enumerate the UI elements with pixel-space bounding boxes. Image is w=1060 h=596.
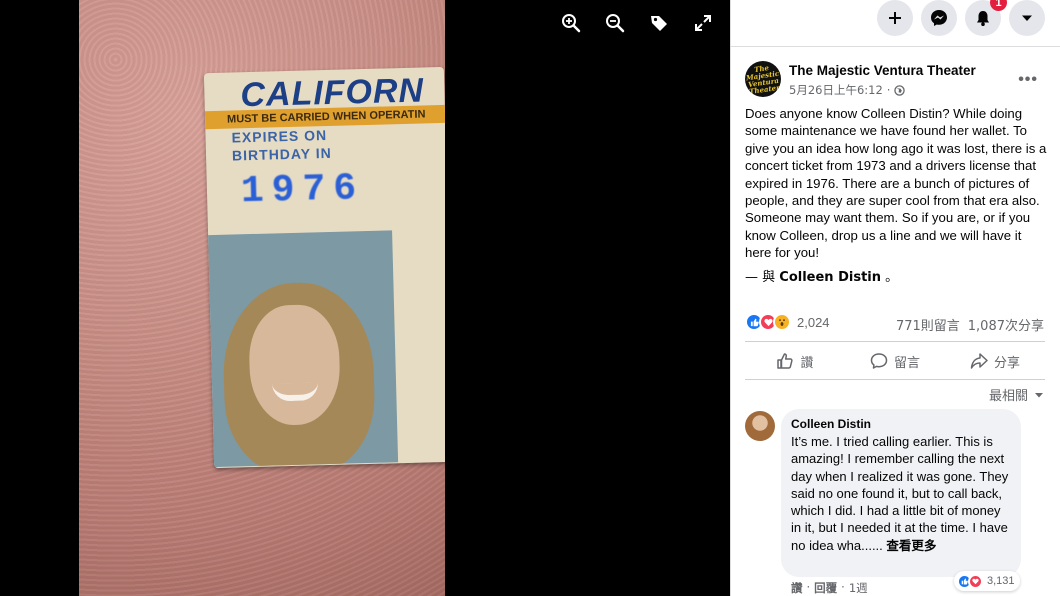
notifications-button[interactable]: 1 — [965, 0, 1007, 36]
tagged-line: — 與 Colleen Distin 。 — [745, 270, 899, 285]
drivers-license-image: CALIFORN MUST BE CARRIED WHEN OPERATIN E… — [203, 66, 445, 469]
comment-age[interactable]: 1週 — [849, 580, 868, 596]
photo-viewer: CALIFORN MUST BE CARRIED WHEN OPERATIN E… — [0, 0, 730, 596]
meta-separator: · — [886, 83, 891, 97]
shares-count[interactable]: 1,087次分享 — [968, 315, 1044, 334]
plus-icon — [889, 12, 901, 24]
love-reaction-icon — [968, 573, 983, 589]
license-year: 1976 — [240, 167, 365, 214]
comment-reply-link[interactable]: 回覆 — [814, 580, 837, 596]
share-icon — [970, 353, 988, 369]
see-more-link[interactable]: 查看更多 — [886, 538, 936, 553]
comment-like-link[interactable]: 讚 — [791, 580, 803, 596]
fullscreen-icon[interactable] — [692, 12, 714, 34]
comment-icon — [870, 353, 888, 369]
comment-reactions[interactable]: 3,131 — [954, 571, 1020, 591]
license-expires: EXPIRES ON BIRTHDAY IN — [231, 127, 332, 164]
viewer-toolbar — [560, 12, 714, 34]
comment-actions: 讚 · 回覆 · 1週 — [791, 580, 868, 596]
bell-icon — [977, 11, 989, 26]
like-button[interactable]: 讚 — [745, 345, 845, 377]
divider — [745, 379, 1045, 380]
top-bar: 1 — [730, 0, 1060, 46]
comment-sort-dropdown[interactable]: 最相關 — [989, 385, 1044, 404]
notification-badge: 1 — [990, 0, 1007, 11]
thumbs-up-icon — [777, 353, 794, 369]
tagged-person-link[interactable]: Colleen Distin — [779, 270, 881, 285]
post-stats: 771則留言 1,087次分享 — [896, 315, 1044, 334]
post-timestamp[interactable]: 5月26日上午6:12 — [789, 82, 883, 98]
reaction-count: 2,024 — [797, 314, 830, 330]
post-panel: The Majestic Ventura Theater The Majesti… — [730, 46, 1060, 596]
comment-text: It’s me. I tried calling earlier. This i… — [791, 434, 1009, 553]
share-button[interactable]: 分享 — [945, 345, 1045, 377]
messenger-icon — [931, 10, 947, 26]
page-name[interactable]: The Majestic Ventura Theater — [789, 63, 976, 78]
divider — [745, 341, 1045, 342]
zoom-out-icon[interactable] — [604, 12, 626, 34]
caret-down-icon — [1035, 392, 1043, 397]
account-menu-button[interactable] — [1009, 0, 1045, 36]
caret-down-icon — [1022, 15, 1032, 21]
commenter-avatar[interactable] — [745, 411, 775, 441]
post-photo[interactable]: CALIFORN MUST BE CARRIED WHEN OPERATIN E… — [79, 0, 445, 596]
comment-author[interactable]: Colleen Distin — [791, 417, 1011, 431]
comment-reaction-count: 3,131 — [987, 575, 1015, 587]
wow-reaction-icon — [773, 313, 791, 331]
post-text: Does anyone know Colleen Distin? While d… — [745, 106, 1047, 261]
messenger-button[interactable] — [921, 0, 957, 36]
zoom-in-icon[interactable] — [560, 12, 582, 34]
globe-icon — [894, 84, 906, 96]
comments-count[interactable]: 771則留言 — [896, 315, 960, 334]
post-meta: 5月26日上午6:12 · — [789, 82, 906, 98]
create-button[interactable] — [877, 0, 913, 36]
page-avatar[interactable]: The Majestic Ventura Theater — [745, 61, 781, 97]
reaction-summary[interactable]: 2,024 — [745, 313, 830, 331]
post-actions: 讚 留言 分享 — [745, 345, 1045, 377]
more-options-icon[interactable]: ••• — [1018, 71, 1038, 89]
comment-button[interactable]: 留言 — [845, 345, 945, 377]
comment-bubble: Colleen Distin It’s me. I tried calling … — [781, 409, 1021, 577]
license-portrait — [203, 230, 399, 468]
tag-icon[interactable] — [648, 12, 670, 34]
